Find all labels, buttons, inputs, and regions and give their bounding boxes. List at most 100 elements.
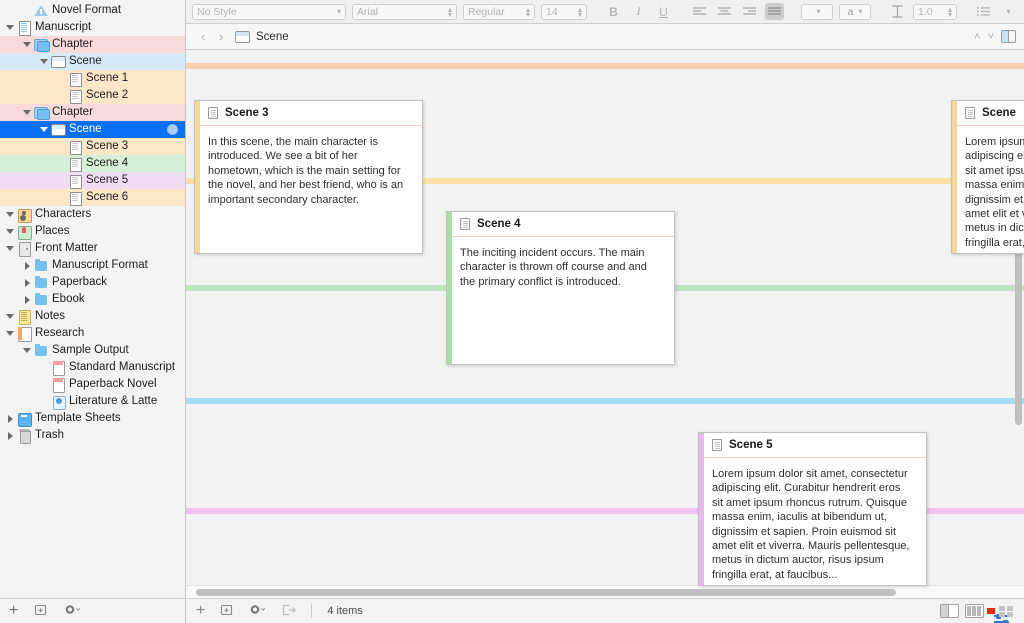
card-synopsis[interactable]: Lorem ipsum dolor sit amet, consectetur … — [952, 126, 1024, 253]
export-icon[interactable] — [282, 604, 297, 619]
disclosure-triangle-open-icon[interactable] — [6, 227, 15, 236]
card-synopsis[interactable]: The inciting incident occurs. The main c… — [447, 237, 674, 364]
disclosure-triangle-open-icon[interactable] — [23, 108, 32, 117]
disclosure-triangle-open-icon[interactable] — [6, 329, 15, 338]
align-right-button[interactable] — [740, 3, 759, 20]
underline-button[interactable]: U — [654, 3, 673, 20]
binder-item-notes[interactable]: Notes — [0, 308, 185, 325]
binder-item-scene[interactable]: Scene — [0, 121, 185, 138]
binder-item-scene-4[interactable]: Scene 4 — [0, 155, 185, 172]
font-weight-dropdown[interactable]: Regular ▴ ▾ — [463, 3, 535, 20]
index-card[interactable]: Scene 5 Lorem ipsum dolor sit amet, conse… — [698, 432, 927, 586]
binder-item-chapter[interactable]: Chapter — [0, 104, 185, 121]
paragraph-style-dropdown[interactable]: No Style ▾ — [192, 3, 346, 20]
binder-item-sample-output[interactable]: Sample Output — [0, 342, 185, 359]
new-folder-icon[interactable] — [34, 603, 47, 619]
binder-item-scene[interactable]: Scene — [0, 53, 185, 70]
disclosure-triangle-open-icon[interactable] — [40, 57, 49, 66]
align-justify-button[interactable] — [765, 3, 784, 20]
line-spacing-input[interactable]: 1.0 ▴ ▾ — [913, 3, 957, 20]
split-editor-icon[interactable] — [1001, 30, 1016, 43]
scrivener-window: Novel Format Manuscript Chapter Scene Scene … — [0, 0, 1024, 623]
binder-item-scene-1[interactable]: Scene 1 — [0, 70, 185, 87]
vertical-scrollbar[interactable] — [1015, 225, 1022, 425]
disclosure-triangle-open-icon[interactable] — [6, 210, 15, 219]
list-dropdown-chevron-down-icon[interactable]: ▾ — [999, 3, 1018, 20]
disclosure-triangle-open-icon[interactable] — [23, 40, 32, 49]
card-synopsis[interactable]: Lorem ipsum dolor sit amet, consectetur … — [699, 458, 926, 585]
card-icon — [68, 89, 82, 104]
disclosure-triangle-open-icon[interactable] — [40, 125, 49, 134]
disclosure-triangle-open-icon[interactable] — [23, 346, 32, 355]
disclosure-triangle-open-icon[interactable] — [6, 23, 15, 32]
add-item-button[interactable]: + — [9, 603, 18, 619]
view-mode-grid[interactable] — [998, 604, 1016, 619]
line-spacing-value: 1.0 — [918, 5, 933, 18]
index-card[interactable]: Scene 3 In this scene, the main character… — [194, 100, 423, 254]
binder-item-standard-manuscript[interactable]: Standard Manuscript — [0, 359, 185, 376]
disclosure-triangle-open-icon[interactable] — [6, 244, 15, 253]
card-synopsis[interactable]: In this scene, the main character is int… — [195, 126, 422, 253]
binder-item-literature-latte[interactable]: Literature & Latte — [0, 393, 185, 410]
scene-stack-icon — [51, 55, 66, 68]
gear-icon[interactable] — [248, 603, 267, 619]
horizontal-scrollbar-track[interactable] — [186, 585, 1024, 598]
binder-item-label: Manuscript — [35, 21, 92, 33]
font-family-dropdown[interactable]: Arial ▴ ▾ — [352, 3, 457, 20]
view-mode-scrivenings[interactable] — [940, 604, 959, 618]
binder-item-places[interactable]: Places — [0, 223, 185, 240]
new-card-icon[interactable] — [220, 603, 233, 619]
binder-item-chapter[interactable]: Chapter — [0, 36, 185, 53]
binder-item-scene-6[interactable]: Scene 6 — [0, 189, 185, 206]
binder-item-scene-2[interactable]: Scene 2 — [0, 87, 185, 104]
binder-item-paperback-novel[interactable]: Paperback Novel — [0, 376, 185, 393]
outliner-timeline-canvas[interactable]: Scene 3 In this scene, the main character… — [186, 50, 1024, 598]
format-toolbar: No Style ▾ Arial ▴ ▾ Regular ▴ ▾ 14 ▴ ▾ B I… — [186, 0, 1024, 24]
folder-icon — [34, 259, 48, 272]
index-card[interactable]: Scene 4 The inciting incident occurs. The… — [446, 211, 675, 365]
binder-item-label: Literature & Latte — [69, 395, 158, 407]
forward-button[interactable]: › — [212, 29, 230, 44]
italic-button[interactable]: I — [629, 3, 648, 20]
disclosure-triangle-closed-icon[interactable] — [23, 295, 32, 304]
horizontal-scrollbar[interactable] — [196, 589, 896, 596]
align-center-button[interactable] — [715, 3, 734, 20]
font-size-input[interactable]: 14 ▴ ▾ — [541, 3, 587, 20]
binder-item-paperback[interactable]: Paperback — [0, 274, 185, 291]
binder-tree[interactable]: Novel Format Manuscript Chapter Scene Scene … — [0, 0, 185, 598]
previous-document-icon[interactable]: ˄ — [974, 31, 980, 43]
binder-item-scene-3[interactable]: Scene 3 — [0, 138, 185, 155]
back-button[interactable]: ‹ — [194, 29, 212, 44]
binder-item-research[interactable]: Research — [0, 325, 185, 342]
card-header: Scene 4 — [447, 212, 674, 237]
highlight-color-dropdown[interactable]: ▾ — [801, 3, 833, 20]
next-document-icon[interactable]: ˅ — [988, 31, 994, 43]
disclosure-triangle-closed-icon[interactable] — [6, 414, 15, 423]
breadcrumb: Scene — [256, 30, 289, 43]
disclosure-triangle-closed-icon[interactable] — [23, 278, 32, 287]
gear-icon[interactable] — [63, 603, 82, 619]
disclosure-triangle-closed-icon[interactable] — [23, 261, 32, 270]
bold-button[interactable]: B — [604, 3, 623, 20]
view-mode-corkboard[interactable] — [965, 604, 984, 618]
binder-item-manuscript-format[interactable]: Manuscript Format — [0, 257, 185, 274]
text-color-dropdown[interactable]: a ▾ — [839, 3, 871, 20]
binder-item-label: Scene 2 — [86, 89, 129, 101]
binder-item-ebook[interactable]: Ebook — [0, 291, 185, 308]
binder-item-template-sheets[interactable]: Template Sheets — [0, 410, 185, 427]
list-button[interactable] — [974, 3, 993, 20]
binder-item-manuscript[interactable]: Manuscript — [0, 19, 185, 36]
binder-item-front-matter[interactable]: Front Matter — [0, 240, 185, 257]
card-header: Scene — [952, 101, 1024, 126]
disclosure-triangle-open-icon[interactable] — [6, 312, 15, 321]
binder-item-trash[interactable]: Trash — [0, 427, 185, 444]
binder-item-scene-5[interactable]: Scene 5 — [0, 172, 185, 189]
align-left-button[interactable] — [690, 3, 709, 20]
binder-item-novel-format[interactable]: Novel Format — [0, 2, 185, 19]
add-card-button[interactable]: + — [196, 603, 205, 619]
binder-item-label: Novel Format — [52, 4, 122, 16]
index-card[interactable]: Scene Lorem ipsum dolor sit amet, consect… — [951, 100, 1024, 254]
binder-item-characters[interactable]: Characters — [0, 206, 185, 223]
disclosure-triangle-closed-icon[interactable] — [6, 431, 15, 440]
